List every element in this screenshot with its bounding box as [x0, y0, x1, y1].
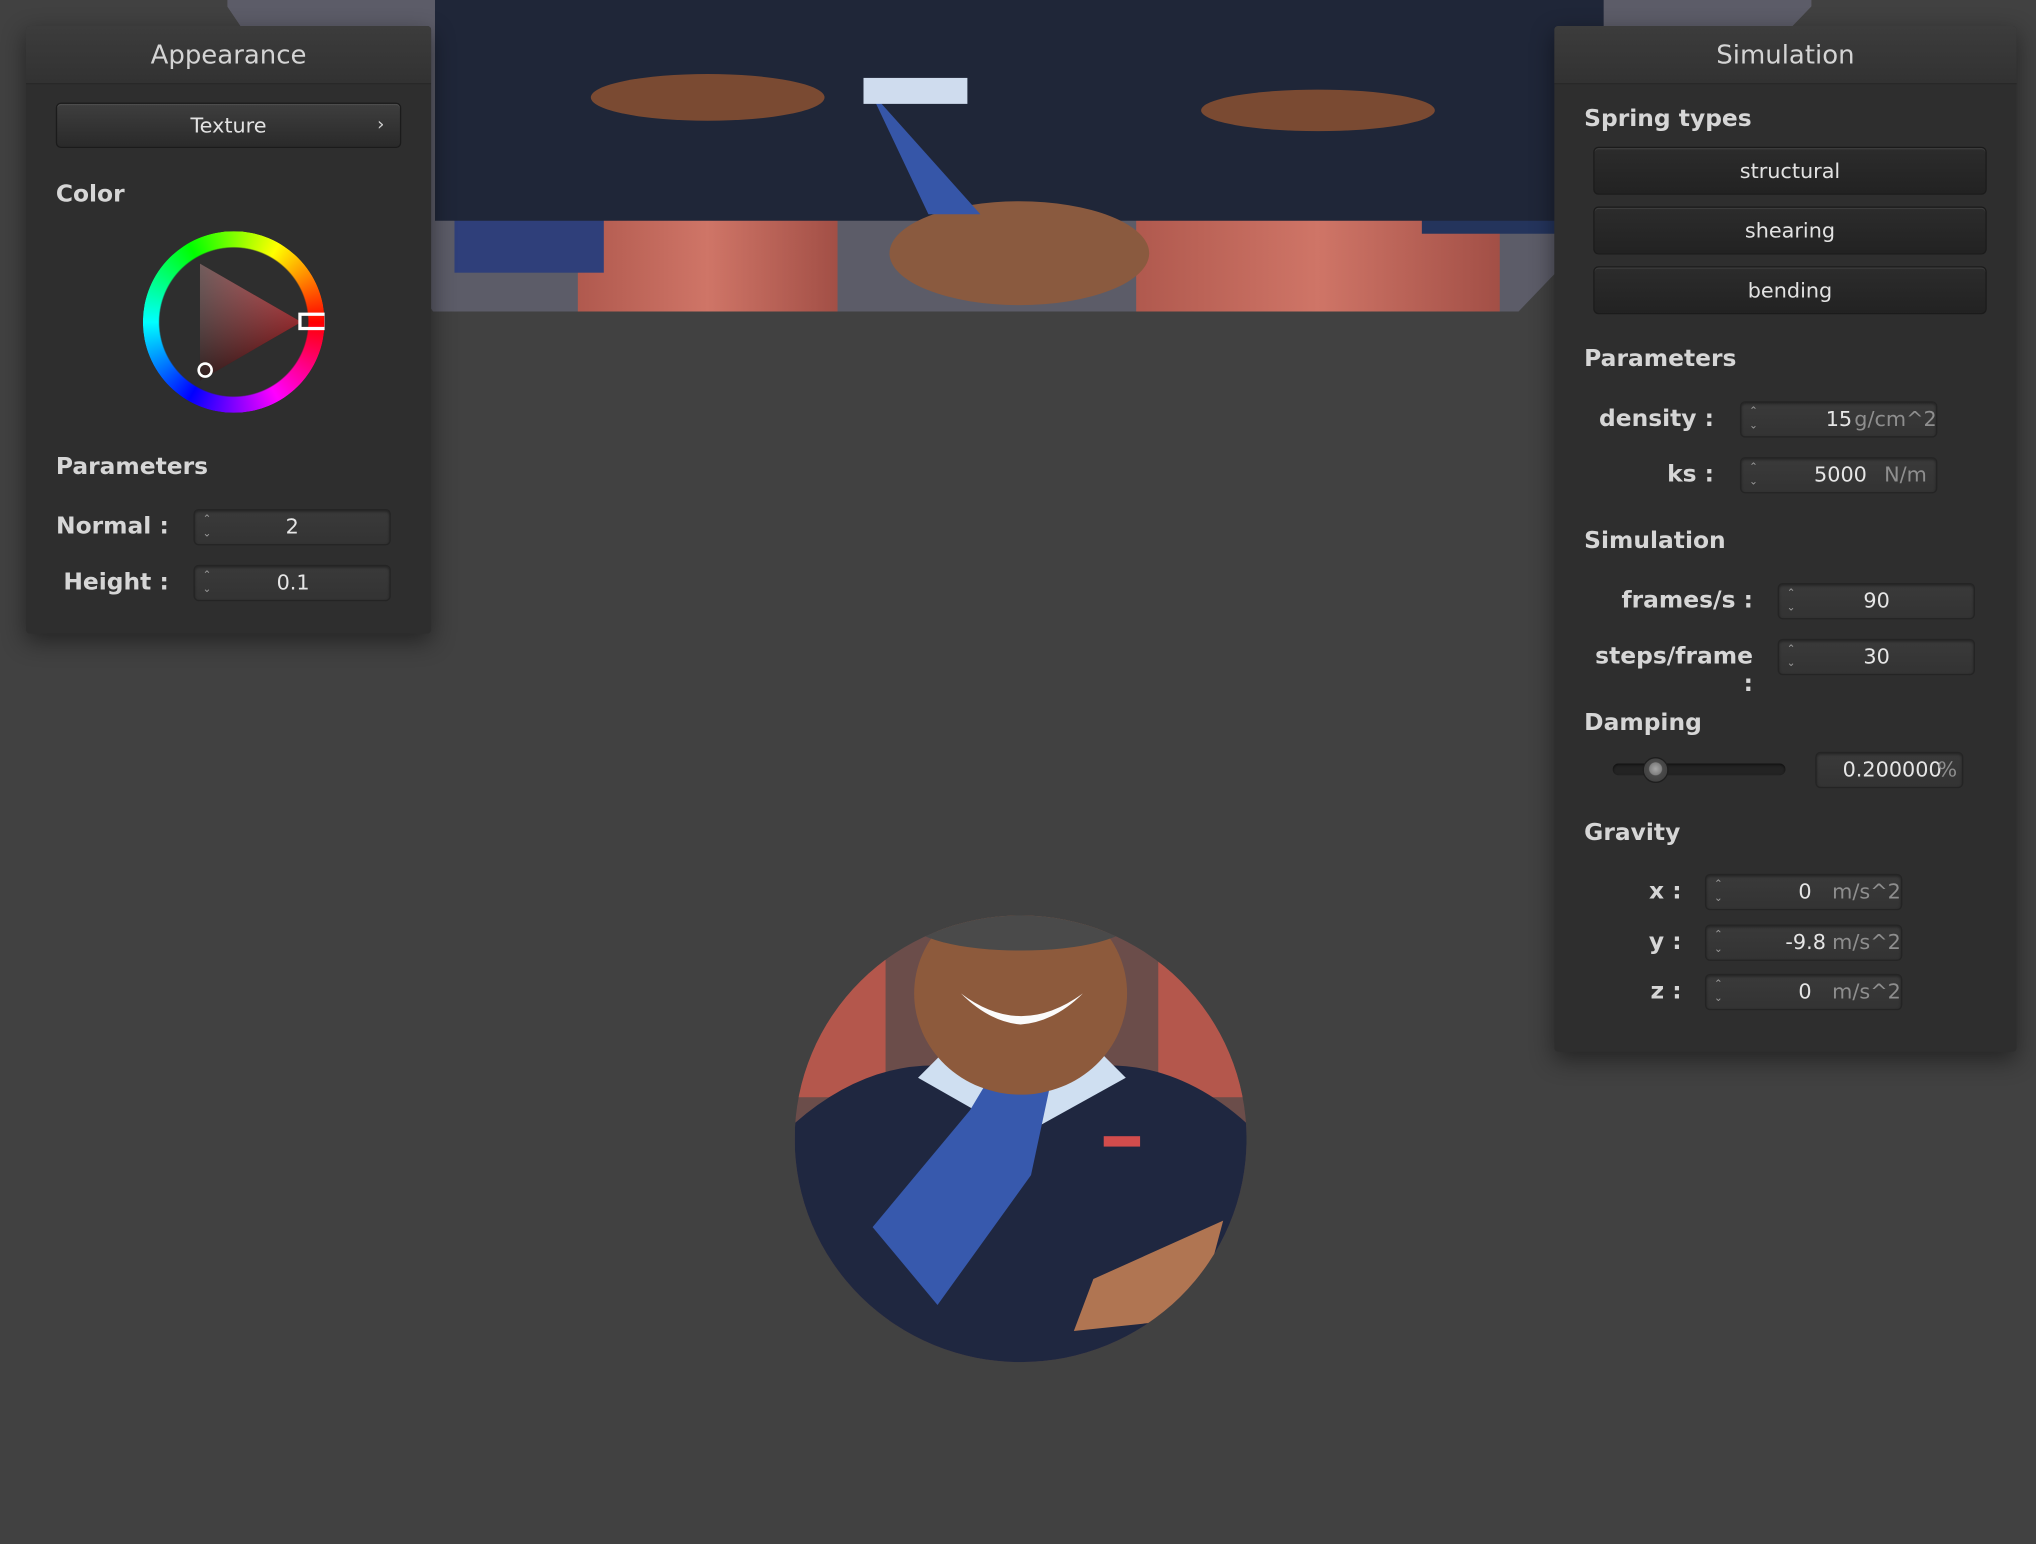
spinner-arrows-icon[interactable]: ⌃ ⌄ — [203, 513, 216, 542]
normal-input[interactable]: ⌃ ⌄ 2 — [193, 509, 391, 546]
steps-value: 30 — [1863, 644, 1890, 669]
ks-label: ks : — [1667, 460, 1715, 489]
steps-label: steps/frame : — [1595, 642, 1753, 698]
gravity-y-value: -9.8 — [1785, 929, 1826, 955]
damping-value: 0.200000 — [1842, 757, 1942, 782]
spring-types-label: Spring types — [1584, 105, 1752, 133]
fps-label: frames/s : — [1621, 586, 1753, 615]
spinner-arrows-icon[interactable]: ⌃ ⌄ — [1787, 643, 1800, 672]
gravity-x-label: x : — [1648, 877, 1682, 906]
spinner-arrows-icon[interactable]: ⌃ ⌄ — [1749, 461, 1762, 490]
gravity-x-value: 0 — [1798, 879, 1812, 904]
height-label: Height : — [63, 568, 169, 597]
shearing-button[interactable]: shearing — [1593, 206, 1987, 255]
texture-button[interactable]: Texture › — [55, 102, 402, 149]
gravity-z-unit: m/s^2 — [1832, 979, 1901, 1004]
bending-button[interactable]: bending — [1593, 266, 1987, 315]
gravity-z-value: 0 — [1798, 979, 1812, 1004]
gravity-label: Gravity — [1584, 819, 1681, 847]
normal-label: Normal : — [56, 512, 169, 541]
spinner-arrows-icon[interactable]: ⌃ ⌄ — [1714, 978, 1727, 1007]
ks-value: 5000 — [1814, 462, 1867, 487]
spinner-arrows-icon[interactable]: ⌃ ⌄ — [203, 569, 216, 598]
normal-value: 2 — [285, 514, 299, 539]
texture-button-label: Texture — [190, 112, 267, 138]
appearance-panel-title: Appearance — [25, 25, 432, 85]
density-value: 15 — [1825, 406, 1853, 432]
damping-label: Damping — [1584, 708, 1702, 737]
chevron-right-icon: › — [377, 114, 385, 136]
damping-slider[interactable] — [1612, 757, 1786, 783]
structural-button[interactable]: structural — [1593, 146, 1987, 195]
gravity-x-unit: m/s^2 — [1832, 879, 1901, 904]
sphere-object[interactable] — [794, 915, 1247, 1363]
simulation-parameters-label: Parameters — [1584, 345, 1737, 373]
height-input[interactable]: ⌃ ⌄ 0.1 — [193, 564, 391, 602]
sphere-texture-graphic — [794, 915, 1247, 1363]
spinner-arrows-icon[interactable]: ⌃ ⌄ — [1714, 928, 1727, 957]
spinner-arrows-icon[interactable]: ⌃ ⌄ — [1714, 878, 1727, 907]
spinner-arrows-icon[interactable]: ⌃ ⌄ — [1749, 405, 1762, 434]
ks-unit: N/m — [1884, 462, 1927, 487]
height-value: 0.1 — [276, 570, 310, 595]
simulation-section-label: Simulation — [1584, 527, 1726, 555]
simulation-panel-title: Simulation — [1554, 25, 2017, 85]
density-unit: g/cm^2 — [1854, 406, 1937, 432]
gravity-z-label: z : — [1650, 977, 1682, 1006]
ks-input[interactable]: ⌃ ⌄ 5000 N/m — [1739, 457, 1938, 494]
steps-input[interactable]: ⌃ ⌄ 30 — [1777, 638, 1976, 676]
fps-value: 90 — [1863, 588, 1890, 613]
slider-knob-icon[interactable] — [1642, 757, 1669, 783]
density-label: density : — [1598, 405, 1715, 433]
gravity-y-input[interactable]: ⌃ ⌄ -9.8 m/s^2 — [1704, 924, 1903, 961]
gravity-y-unit: m/s^2 — [1832, 929, 1901, 955]
appearance-parameters-label: Parameters — [55, 453, 209, 481]
density-input[interactable]: ⌃ ⌄ 15 g/cm^2 — [1739, 401, 1938, 438]
gravity-x-input[interactable]: ⌃ ⌄ 0 m/s^2 — [1704, 873, 1903, 911]
color-wheel-icon[interactable] — [142, 231, 328, 413]
fps-input[interactable]: ⌃ ⌄ 90 — [1777, 583, 1976, 620]
gravity-y-label: y : — [1648, 928, 1682, 956]
damping-input[interactable]: 0.200000 % — [1815, 751, 1964, 789]
color-section-label: Color — [55, 180, 125, 208]
spinner-arrows-icon[interactable]: ⌃ ⌄ — [1787, 587, 1800, 616]
gravity-z-input[interactable]: ⌃ ⌄ 0 m/s^2 — [1704, 973, 1903, 1011]
damping-unit: % — [1937, 757, 1958, 782]
